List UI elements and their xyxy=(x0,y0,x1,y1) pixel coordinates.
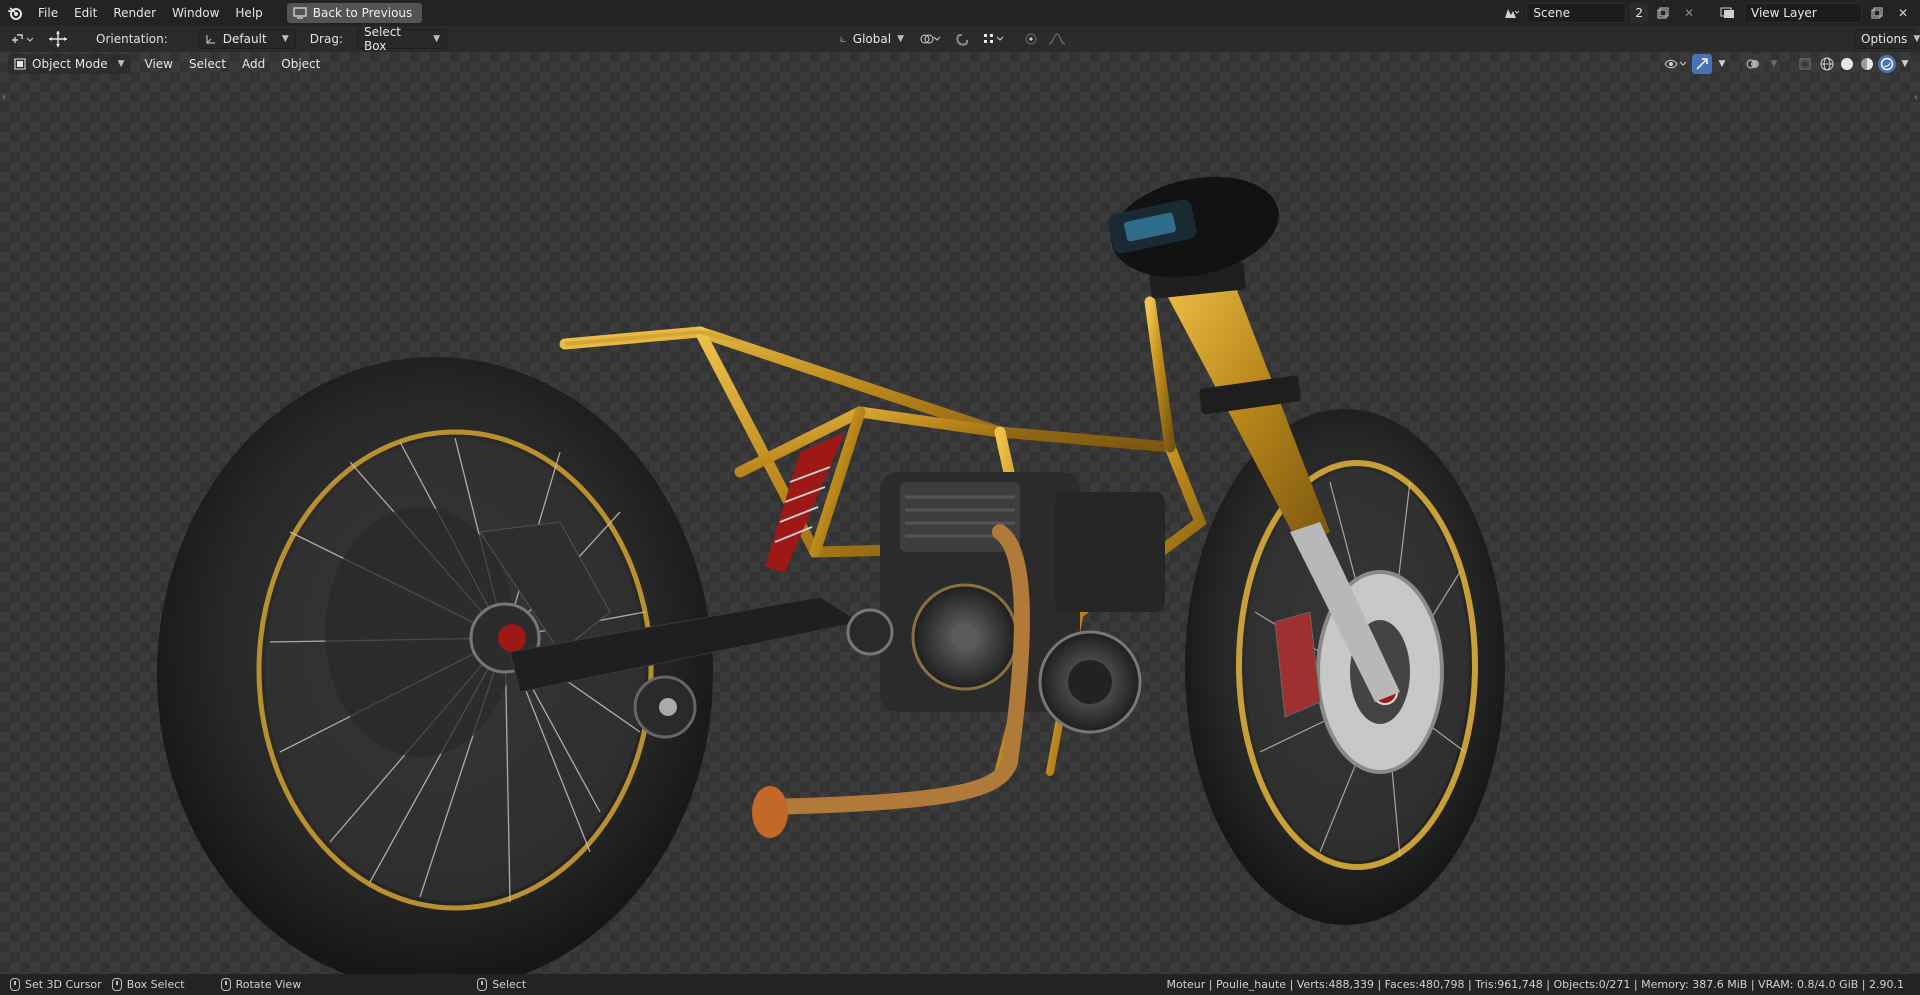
menu-window[interactable]: Window xyxy=(164,2,227,24)
gizmo-toggle-icon[interactable] xyxy=(1692,54,1712,74)
chevron-down-icon[interactable]: ▼ xyxy=(1714,54,1730,74)
motorcycle-model[interactable] xyxy=(0,52,1920,974)
hint-set-3d-cursor: Set 3D Cursor xyxy=(10,978,102,991)
hint-label: Box Select xyxy=(126,978,185,991)
visibility-icon[interactable] xyxy=(1662,54,1690,74)
scene-name-field[interactable]: Scene xyxy=(1526,3,1627,23)
chevron-down-icon: ▼ xyxy=(897,34,904,44)
scene-users-label: 2 xyxy=(1635,6,1643,20)
proportional-editing-icon[interactable] xyxy=(1020,29,1042,49)
object-mode-icon xyxy=(14,58,26,70)
hint-label: Rotate View xyxy=(235,978,302,991)
back-to-previous-label: Back to Previous xyxy=(312,6,413,20)
scene-users-count: 2 xyxy=(1630,3,1648,23)
menu-edit[interactable]: Edit xyxy=(66,2,105,24)
xray-toggle-icon[interactable] xyxy=(1794,54,1816,74)
viewport-header: Object Mode ▼ View Select Add Object ▼ ▼ xyxy=(0,52,1920,76)
overlays-icon[interactable] xyxy=(1742,54,1764,74)
rendered-shading-icon[interactable] xyxy=(1878,55,1896,73)
status-bar: Set 3D Cursor Box Select Rotate View Sel… xyxy=(0,974,1920,995)
scene-browse-icon[interactable] xyxy=(1500,3,1522,23)
tool-settings-header: Orientation: Default ▼ Drag: Select Box … xyxy=(0,25,1920,53)
delete-view-layer-icon[interactable]: ✕ xyxy=(1892,3,1914,23)
solid-shading-icon[interactable] xyxy=(1838,55,1856,73)
editor-type-icon[interactable] xyxy=(8,29,38,49)
chevron-down-icon[interactable]: ▼ xyxy=(1766,54,1782,74)
snap-toggle-icon[interactable] xyxy=(952,29,974,49)
transform-space-value: Global xyxy=(852,32,892,46)
front-wheel xyxy=(1185,409,1505,925)
new-view-layer-icon[interactable] xyxy=(1866,3,1888,23)
dashboard xyxy=(1108,176,1279,278)
viewport-menu-add[interactable]: Add xyxy=(234,57,273,71)
mouse-right-icon xyxy=(477,978,488,991)
orientation-dropdown[interactable]: Default ▼ xyxy=(197,29,296,49)
object-mode-dropdown[interactable]: Object Mode ▼ xyxy=(8,54,131,74)
pivot-point-icon[interactable] xyxy=(916,29,946,49)
falloff-curve-icon[interactable] xyxy=(1048,29,1070,49)
options-label: Options xyxy=(1861,32,1908,46)
hint-rotate-view: Rotate View xyxy=(220,978,302,991)
chevron-down-icon: ▼ xyxy=(117,59,125,69)
mouse-middle-icon xyxy=(220,978,231,991)
hint-box-select: Box Select xyxy=(111,978,185,991)
chevron-down-icon: ▼ xyxy=(1913,34,1920,44)
mouse-left-icon xyxy=(10,978,20,991)
hint-label: Set 3D Cursor xyxy=(25,978,102,991)
viewport-menu-select[interactable]: Select xyxy=(181,57,234,71)
move-tool-icon[interactable] xyxy=(44,29,72,49)
view-layer-name: View Layer xyxy=(1751,6,1817,20)
chevron-down-icon[interactable]: ▼ xyxy=(1898,54,1912,74)
menu-render[interactable]: Render xyxy=(105,2,164,24)
back-to-previous-button[interactable]: Back to Previous xyxy=(286,3,423,23)
blender-logo-icon[interactable] xyxy=(0,0,30,26)
orientation-axes-icon xyxy=(206,35,215,44)
delete-scene-icon[interactable]: ✕ xyxy=(1678,3,1700,23)
wireframe-shading-icon[interactable] xyxy=(1818,55,1836,73)
drag-label: Drag: xyxy=(309,32,343,46)
hint-label: Select xyxy=(492,978,527,991)
screen-icon xyxy=(293,7,307,19)
material-preview-shading-icon[interactable] xyxy=(1858,55,1876,73)
hint-select: Select xyxy=(477,978,526,991)
mouse-drag-icon xyxy=(111,978,122,991)
mode-value: Object Mode xyxy=(32,57,108,71)
scene-name: Scene xyxy=(1533,6,1570,20)
global-axes-icon xyxy=(840,36,846,42)
view-layer-name-field[interactable]: View Layer xyxy=(1744,3,1862,23)
scene-statistics: Moteur | Poulie_haute | Verts:488,339 | … xyxy=(1166,978,1904,991)
drag-dropdown[interactable]: Select Box ▼ xyxy=(356,25,447,53)
transform-orientation-dropdown[interactable]: Global ▼ xyxy=(834,29,910,49)
orientation-value: Default xyxy=(222,32,267,46)
snap-increment-icon[interactable] xyxy=(980,29,1008,49)
viewport-menu-object[interactable]: Object xyxy=(273,57,328,71)
new-scene-icon[interactable] xyxy=(1652,3,1674,23)
viewport-menu-view[interactable]: View xyxy=(137,57,181,71)
drag-value: Select Box xyxy=(363,25,402,53)
menu-file[interactable]: File xyxy=(30,2,66,24)
top-menu-bar: File Edit Render Window Help Back to Pre… xyxy=(0,0,1920,26)
3d-viewport[interactable]: › ‹ xyxy=(0,52,1920,974)
orientation-label: Orientation: xyxy=(96,32,168,46)
view-layer-browse-icon[interactable] xyxy=(1718,3,1740,23)
menu-help[interactable]: Help xyxy=(227,2,270,24)
chevron-down-icon: ▼ xyxy=(433,34,440,44)
chevron-down-icon: ▼ xyxy=(281,34,289,44)
options-dropdown[interactable]: Options ▼ xyxy=(1854,29,1920,49)
